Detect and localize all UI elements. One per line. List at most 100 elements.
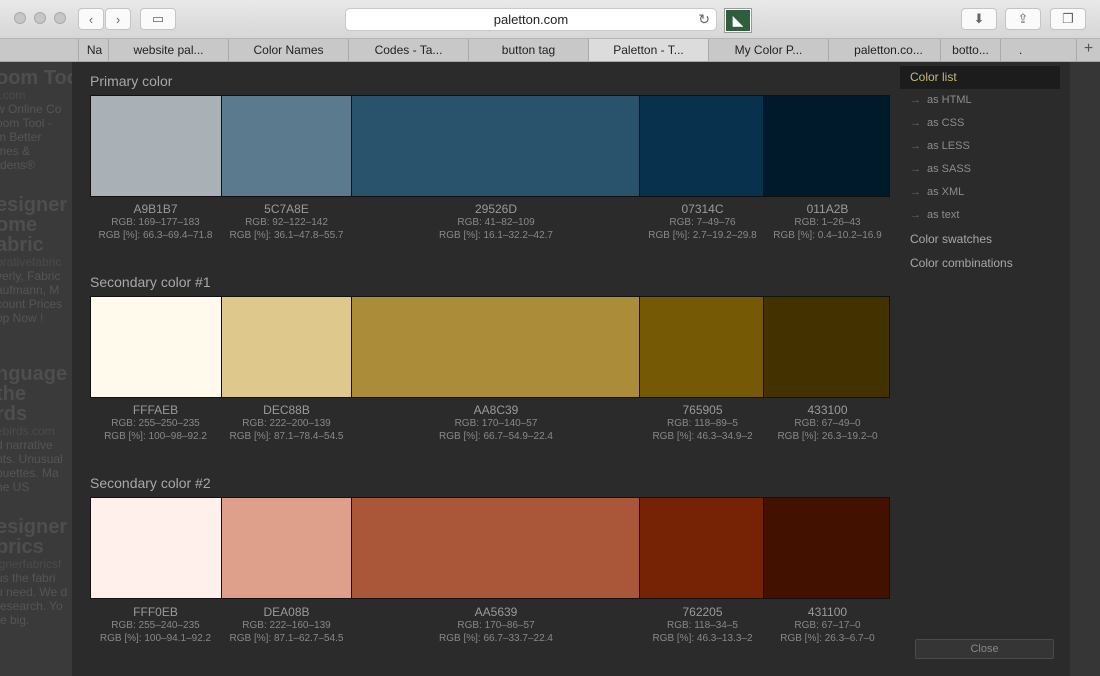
rgb-value: RGB: 67–49–0 bbox=[794, 418, 861, 429]
back-button[interactable]: ‹ bbox=[78, 8, 104, 30]
rgb-value: RGB: 169–177–183 bbox=[111, 217, 200, 228]
rgb-value: RGB: 1–26–43 bbox=[794, 217, 861, 228]
rgb-value: RGB: 118–89–5 bbox=[667, 418, 738, 429]
menu-as-less[interactable]: → as LESS bbox=[900, 135, 1060, 158]
hex-code[interactable]: 29526D bbox=[352, 202, 640, 216]
sidebar-toggle-button[interactable]: ▭ bbox=[140, 8, 176, 30]
tab-8[interactable]: botto... bbox=[940, 39, 1000, 61]
tab-7[interactable]: paletton.co... bbox=[828, 39, 948, 61]
tab-9[interactable]: . bbox=[1000, 39, 1040, 61]
swatch-label: AA8C39 RGB: 170–140–57 RGB [%]: 66.7–54.… bbox=[352, 403, 640, 443]
section-title-primary: Primary color bbox=[90, 73, 173, 89]
tab-5[interactable]: Paletton - T... bbox=[588, 39, 708, 61]
tab-2[interactable]: Color Names bbox=[228, 39, 348, 61]
address-bar[interactable]: paletton.com ↻ bbox=[345, 8, 717, 31]
color-swatch[interactable] bbox=[352, 498, 640, 598]
rgb-value: RGB: 255–240–235 bbox=[111, 620, 200, 631]
background-page: oom Too t.com w Online Co oom Tool - m B… bbox=[0, 62, 72, 676]
rgb-percent-value: RGB [%]: 66.7–54.9–22.4 bbox=[439, 431, 553, 442]
tab-4[interactable]: button tag bbox=[468, 39, 588, 61]
color-list-dialog: Primary color A9B1B7 RGB: 169–177–183 RG… bbox=[72, 62, 1070, 676]
color-swatch[interactable] bbox=[764, 96, 889, 196]
tab-1[interactable]: website pal... bbox=[108, 39, 228, 61]
tab-bar: Na website pal... Color Names Codes - Ta… bbox=[0, 39, 1100, 62]
hex-code[interactable]: DEC88B bbox=[221, 403, 352, 417]
hex-code[interactable]: AA8C39 bbox=[352, 403, 640, 417]
swatch-label: AA5639 RGB: 170–86–57 RGB [%]: 66.7–33.7… bbox=[352, 605, 640, 645]
swatch-label: 433100 RGB: 67–49–0 RGB [%]: 26.3–19.2–0 bbox=[765, 403, 890, 443]
tab-3[interactable]: Codes - Ta... bbox=[348, 39, 468, 61]
menu-color-list[interactable]: Color list bbox=[900, 66, 1060, 89]
label-row-primary: A9B1B7 RGB: 169–177–183 RGB [%]: 66.3–69… bbox=[90, 202, 890, 242]
label-row-secondary-2: FFF0EB RGB: 255–240–235 RGB [%]: 100–94.… bbox=[90, 605, 890, 645]
new-tab-button[interactable]: + bbox=[1076, 39, 1100, 61]
chevron-right-icon: › bbox=[115, 11, 121, 27]
rgb-percent-value: RGB [%]: 100–94.1–92.2 bbox=[99, 633, 212, 644]
hex-code[interactable]: AA5639 bbox=[352, 605, 640, 619]
hex-code[interactable]: FFF0EB bbox=[90, 605, 221, 619]
color-swatch[interactable] bbox=[91, 297, 222, 397]
swatch-label: FFFAEB RGB: 255–250–235 RGB [%]: 100–98–… bbox=[90, 403, 221, 443]
hex-code[interactable]: 765905 bbox=[640, 403, 765, 417]
arrow-right-icon: → bbox=[910, 209, 921, 221]
rgb-percent-value: RGB [%]: 87.1–62.7–54.5 bbox=[229, 633, 344, 644]
color-swatch[interactable] bbox=[639, 297, 765, 397]
color-swatch[interactable] bbox=[352, 297, 640, 397]
extension-icon[interactable]: ◣ bbox=[725, 9, 751, 32]
color-swatch[interactable] bbox=[221, 297, 353, 397]
hex-code[interactable]: 07314C bbox=[640, 202, 765, 216]
menu-as-css[interactable]: → as CSS bbox=[900, 112, 1060, 135]
close-button[interactable]: Close bbox=[915, 639, 1054, 659]
swatch-label: 762205 RGB: 118–34–5 RGB [%]: 46.3–13.3–… bbox=[640, 605, 765, 645]
menu-as-xml[interactable]: → as XML bbox=[900, 181, 1060, 204]
downloads-button[interactable]: ⬇ bbox=[961, 8, 997, 30]
forward-button[interactable]: › bbox=[105, 8, 131, 30]
rgb-value: RGB: 170–86–57 bbox=[457, 620, 535, 631]
hex-code[interactable]: 431100 bbox=[765, 605, 890, 619]
hex-code[interactable]: FFFAEB bbox=[90, 403, 221, 417]
zoom-window-button[interactable] bbox=[54, 12, 66, 24]
swatch-label: FFF0EB RGB: 255–240–235 RGB [%]: 100–94.… bbox=[90, 605, 221, 645]
rgb-value: RGB: 222–200–139 bbox=[242, 418, 331, 429]
browser-toolbar: ‹ › ▭ paletton.com ↻ ◣ ⬇ ⇪ ❐ bbox=[0, 0, 1100, 39]
color-swatch[interactable] bbox=[91, 96, 222, 196]
menu-color-combinations[interactable]: Color combinations bbox=[900, 251, 1060, 275]
menu-as-sass[interactable]: → as SASS bbox=[900, 158, 1060, 181]
hex-code[interactable]: 5C7A8E bbox=[221, 202, 352, 216]
color-swatch[interactable] bbox=[91, 498, 222, 598]
bg-ad-block-4: esigner brics ignerfabricsf us the fabri… bbox=[0, 516, 68, 627]
color-swatch[interactable] bbox=[764, 297, 889, 397]
hex-code[interactable]: A9B1B7 bbox=[90, 202, 221, 216]
tabs-icon: ❐ bbox=[1062, 11, 1074, 26]
arrow-right-icon: → bbox=[910, 163, 921, 175]
label-row-secondary-1: FFFAEB RGB: 255–250–235 RGB [%]: 100–98–… bbox=[90, 403, 890, 443]
reload-icon[interactable]: ↻ bbox=[698, 9, 710, 30]
rgb-percent-value: RGB [%]: 66.7–33.7–22.4 bbox=[439, 633, 553, 644]
color-swatch[interactable] bbox=[221, 498, 353, 598]
menu-color-swatches[interactable]: Color swatches bbox=[900, 227, 1060, 251]
color-swatch[interactable] bbox=[221, 96, 353, 196]
rgb-value: RGB: 255–250–235 bbox=[111, 418, 200, 429]
color-swatch[interactable] bbox=[639, 96, 765, 196]
tab-6[interactable]: My Color P... bbox=[708, 39, 828, 61]
swatch-label: 5C7A8E RGB: 92–122–142 RGB [%]: 36.1–47.… bbox=[221, 202, 352, 242]
rgb-percent-value: RGB [%]: 2.7–19.2–29.8 bbox=[648, 230, 757, 241]
tab-0[interactable]: Na bbox=[78, 39, 110, 61]
hex-code[interactable]: 762205 bbox=[640, 605, 765, 619]
tabs-overview-button[interactable]: ❐ bbox=[1050, 8, 1086, 30]
swatch-label: A9B1B7 RGB: 169–177–183 RGB [%]: 66.3–69… bbox=[90, 202, 221, 242]
hex-code[interactable]: 011A2B bbox=[765, 202, 890, 216]
color-swatch[interactable] bbox=[639, 498, 765, 598]
color-swatch[interactable] bbox=[352, 96, 640, 196]
rgb-value: RGB: 118–34–5 bbox=[667, 620, 738, 631]
arrow-right-icon: → bbox=[910, 117, 921, 129]
sidebar-icon: ▭ bbox=[151, 11, 165, 26]
hex-code[interactable]: 433100 bbox=[765, 403, 890, 417]
color-swatch[interactable] bbox=[764, 498, 889, 598]
share-button[interactable]: ⇪ bbox=[1005, 8, 1041, 30]
hex-code[interactable]: DEA08B bbox=[221, 605, 352, 619]
close-window-button[interactable] bbox=[14, 12, 26, 24]
menu-as-text[interactable]: → as text bbox=[900, 204, 1060, 227]
menu-as-html[interactable]: → as HTML bbox=[900, 89, 1060, 112]
minimize-window-button[interactable] bbox=[34, 12, 46, 24]
